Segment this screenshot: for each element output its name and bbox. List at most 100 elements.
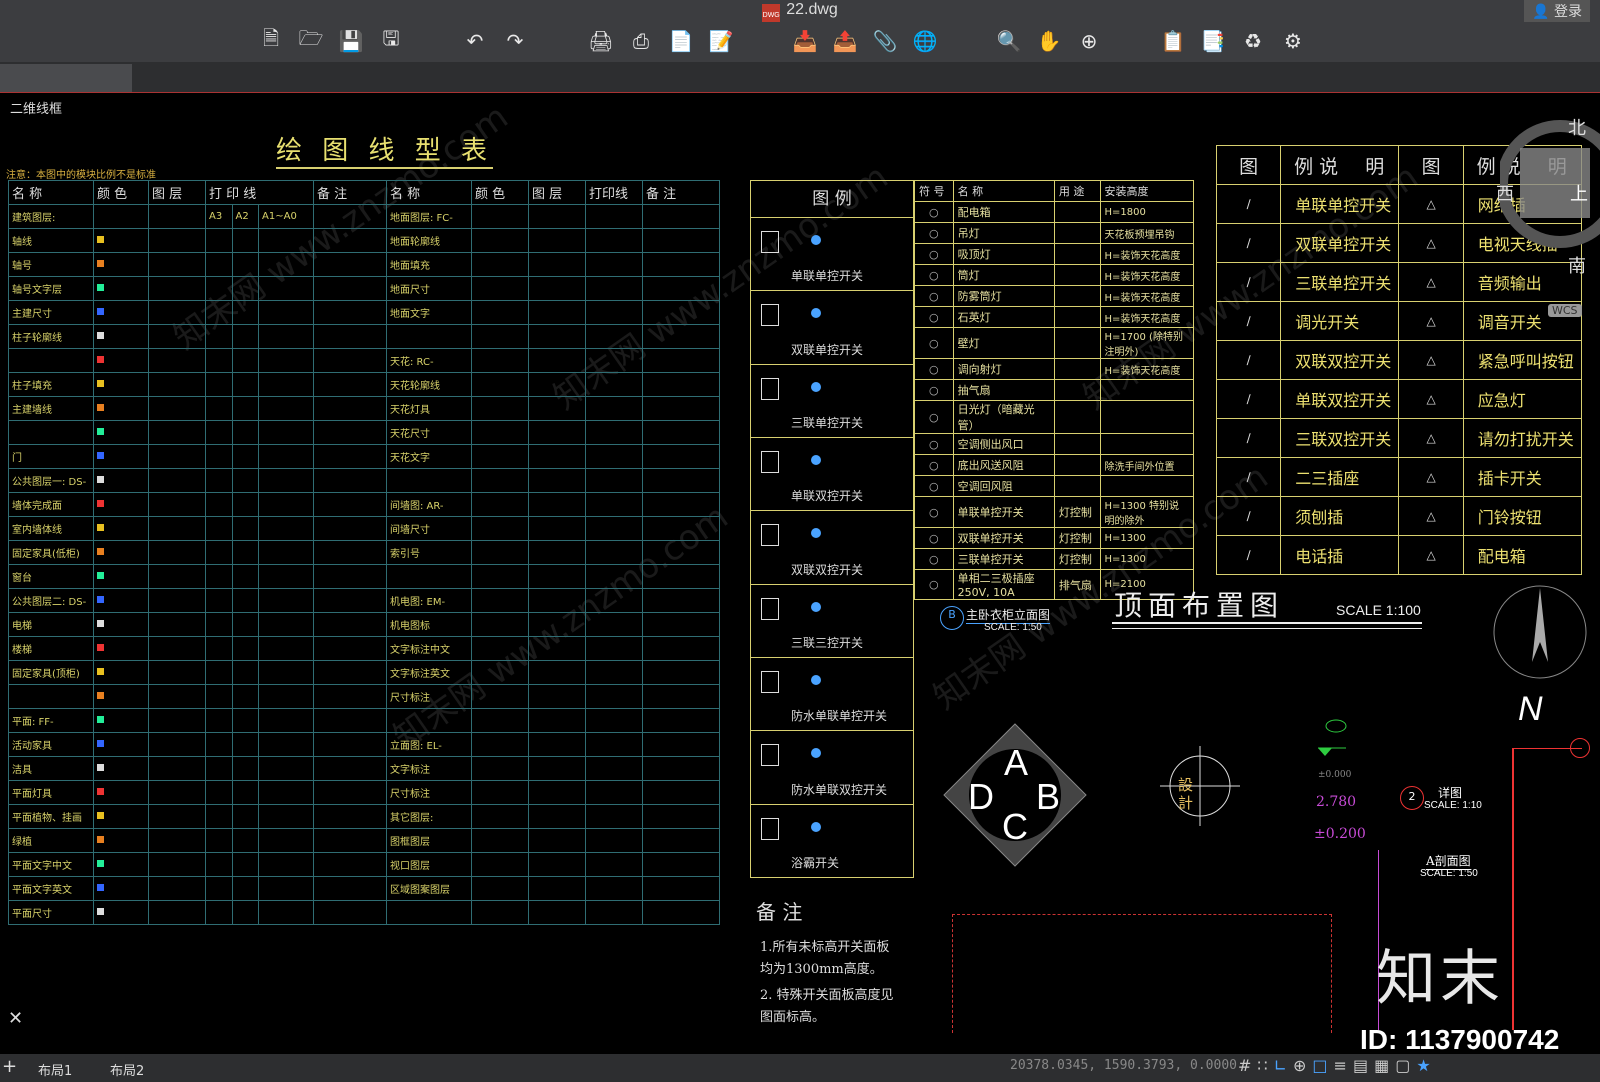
table-cell bbox=[148, 828, 206, 853]
save-as-icon[interactable]: 🖫 bbox=[378, 26, 404, 54]
table-cell bbox=[258, 660, 314, 685]
color-swatch-cell bbox=[93, 516, 149, 541]
export-icon[interactable]: 📤 bbox=[832, 28, 858, 54]
snap-icon[interactable]: ∷ bbox=[1257, 1056, 1273, 1075]
color-swatch-cell bbox=[471, 324, 529, 349]
blocks-icon[interactable]: ♻ bbox=[1240, 28, 1266, 54]
table-cell bbox=[528, 828, 586, 853]
import-icon[interactable]: 📥 bbox=[792, 28, 818, 54]
layout-tab-1[interactable]: 布局1 bbox=[38, 1060, 72, 1079]
osnap-icon[interactable]: □ bbox=[1312, 1056, 1333, 1075]
layer-icon[interactable]: 📋 bbox=[1160, 28, 1186, 54]
export-pdf-icon[interactable]: 📝 bbox=[708, 28, 734, 54]
document-tab[interactable] bbox=[0, 64, 132, 92]
table-cell bbox=[231, 876, 260, 901]
layout-tab-2[interactable]: 布局2 bbox=[110, 1060, 144, 1079]
symbol-row: ○ 底出风送风阻 除洗手间外位置 bbox=[914, 454, 1195, 476]
layer-name: 机电图标 bbox=[386, 612, 472, 637]
login-button[interactable]: 👤 登录 bbox=[1524, 0, 1590, 22]
table-cell bbox=[642, 396, 720, 421]
plot-icon[interactable]: ⎙ bbox=[628, 28, 654, 54]
table-cell bbox=[313, 732, 387, 757]
table-cell bbox=[231, 444, 260, 469]
layer-name: 平面文字中文 bbox=[8, 852, 94, 877]
symbol-name: 日光灯（暗藏光管） bbox=[952, 400, 1055, 434]
print-icon[interactable]: 🖨 bbox=[588, 28, 614, 54]
lineweight-icon[interactable]: ▤ bbox=[1353, 1056, 1374, 1075]
color-swatch bbox=[97, 716, 104, 723]
transparency-icon[interactable]: ▦ bbox=[1374, 1056, 1395, 1075]
zoom-icon[interactable]: 🔍 bbox=[996, 28, 1022, 54]
visual-style-label[interactable]: 二维线框 bbox=[10, 98, 62, 117]
legend-label: 三联单控开关 bbox=[1280, 262, 1400, 302]
color-swatch bbox=[97, 620, 104, 627]
symbol-usage bbox=[1053, 306, 1101, 328]
add-layout-button[interactable]: + bbox=[2, 1056, 17, 1077]
symbol-height: H=1300 特别说明的除外 bbox=[1099, 496, 1195, 528]
legend-symbol-icon: ∕ bbox=[1215, 418, 1282, 458]
table-cell bbox=[258, 732, 314, 757]
legend-item-label: 单联单控开关 bbox=[791, 269, 864, 284]
wcs-menu[interactable]: WCS bbox=[1548, 304, 1582, 317]
grid-icon[interactable]: # bbox=[1238, 1056, 1257, 1075]
table-cell bbox=[258, 780, 314, 805]
symbol-height: H=1700 (除特别注明外) bbox=[1099, 327, 1195, 359]
layer-name: 固定家具(顶柜) bbox=[8, 660, 94, 685]
ortho-icon[interactable]: ∟ bbox=[1274, 1056, 1293, 1075]
plan-title-underline bbox=[1112, 622, 1422, 629]
attach-icon[interactable]: 📎 bbox=[872, 28, 898, 54]
table-cell bbox=[585, 228, 643, 253]
table-row: 平面文字中文 视口图层 bbox=[8, 852, 720, 877]
layer-name: 图框图层 bbox=[386, 828, 472, 853]
publish-icon[interactable]: 📄 bbox=[668, 28, 694, 54]
layer-name: 间墙图: AR- bbox=[386, 492, 472, 517]
symbol-row: ○ 吊灯 天花板预埋吊钩 bbox=[914, 222, 1195, 244]
table-cell bbox=[585, 252, 643, 277]
table-cell bbox=[585, 756, 643, 781]
undo-icon[interactable]: ↶ bbox=[462, 28, 488, 54]
table-cell bbox=[313, 372, 387, 397]
table-cell bbox=[585, 468, 643, 493]
legend-label: 紧急呼叫按钮 bbox=[1462, 340, 1583, 380]
design-stamp: 設 計 bbox=[1178, 776, 1194, 812]
legend-symbol-icon: ∕ bbox=[1215, 340, 1282, 380]
line-type-table-title: 绘 图 线 型 表 bbox=[276, 130, 494, 169]
table-row: 天花尺寸 bbox=[8, 420, 720, 445]
legend-row: ∕ 单联双控开关 △ 应急灯 bbox=[1215, 379, 1583, 419]
redo-icon[interactable]: ↷ bbox=[502, 28, 528, 54]
properties-icon[interactable]: 📑 bbox=[1200, 28, 1226, 54]
color-swatch bbox=[97, 740, 104, 747]
save-icon[interactable]: 💾 bbox=[338, 28, 364, 54]
table-cell bbox=[313, 276, 387, 301]
table-cell bbox=[528, 756, 586, 781]
table-cell bbox=[148, 564, 206, 589]
status-toggles[interactable]: #∷∟⊕□≡▤▦▢★ bbox=[1238, 1056, 1437, 1075]
polar-icon[interactable]: ⊕ bbox=[1293, 1056, 1312, 1075]
table-cell bbox=[528, 636, 586, 661]
render-icon[interactable]: ⚙ bbox=[1280, 28, 1306, 54]
open-icon[interactable]: 🗁 bbox=[298, 26, 324, 54]
layer-name: 主建墙线 bbox=[8, 396, 94, 421]
viewcube-south[interactable]: 南 bbox=[1568, 252, 1586, 278]
watermark-id: ID: 1137900742 bbox=[1360, 1024, 1560, 1055]
selection-icon[interactable]: ▢ bbox=[1395, 1056, 1416, 1075]
share-icon[interactable]: 🌐 bbox=[912, 28, 938, 54]
symbol-usage bbox=[1053, 264, 1101, 286]
table-cell bbox=[148, 636, 206, 661]
pan-icon[interactable]: ✋ bbox=[1036, 28, 1062, 54]
table-cell bbox=[258, 492, 314, 517]
table-cell bbox=[205, 876, 233, 901]
table-row: 活动家具 立面图: EL- bbox=[8, 732, 720, 757]
viewcube-top[interactable]: 上 bbox=[1570, 180, 1588, 206]
layer-name: 其它图层: bbox=[386, 804, 472, 829]
otrack-icon[interactable]: ≡ bbox=[1334, 1056, 1353, 1075]
legend-label: 插卡开关 bbox=[1462, 457, 1583, 497]
detail-number: 2 bbox=[1400, 786, 1424, 810]
orbit-icon[interactable]: ⊕ bbox=[1076, 28, 1102, 54]
table-cell bbox=[585, 300, 643, 325]
viewcube-west[interactable]: 西 bbox=[1496, 180, 1514, 206]
room-outline bbox=[952, 914, 1332, 1033]
new-icon[interactable]: 🗎 bbox=[258, 26, 284, 54]
annotation-icon[interactable]: ★ bbox=[1416, 1056, 1436, 1075]
viewcube-north[interactable]: 北 bbox=[1568, 114, 1586, 140]
